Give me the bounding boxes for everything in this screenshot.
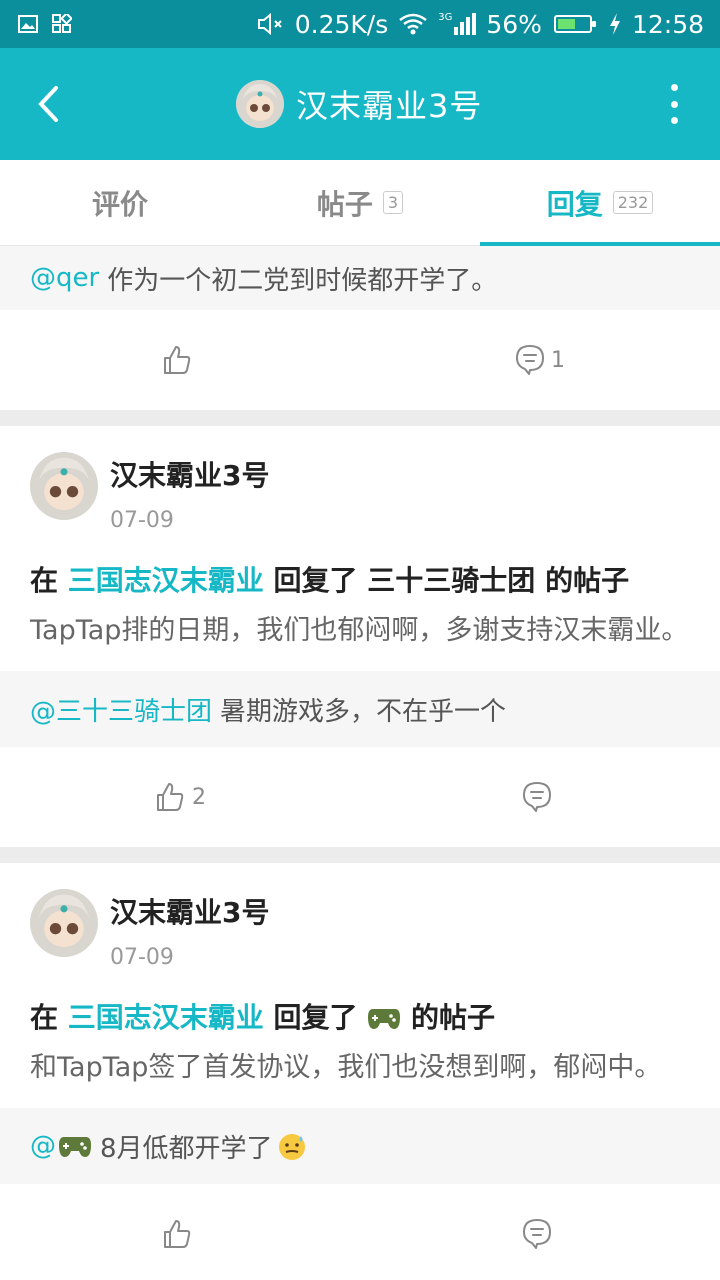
- comment-button[interactable]: 1: [360, 310, 720, 410]
- quoted-reply[interactable]: @ 8月低都开学了: [0, 1108, 720, 1184]
- mention-link[interactable]: @三十三骑士团: [30, 691, 212, 728]
- author-name[interactable]: 汉末霸业3号: [110, 454, 269, 494]
- activity-suffix: 的帖子: [545, 564, 630, 597]
- avatar: [236, 80, 284, 128]
- battery-percent: 56%: [486, 9, 542, 39]
- post-header: 汉末霸业3号 07-09: [30, 889, 690, 970]
- activity-line: 在 三国志汉末霸业 回复了 三十三骑士团 的帖子: [30, 559, 690, 599]
- clock: 12:58: [631, 9, 704, 39]
- dot-icon: [670, 117, 678, 124]
- wifi-icon: [399, 13, 428, 35]
- gamepad-icon[interactable]: [58, 1133, 92, 1159]
- battery-level: [557, 19, 575, 29]
- reply-body: 和TapTap签了首发协议，我们也没想到啊，郁闷中。: [30, 1052, 662, 1083]
- quoted-reply[interactable]: @qer 作为一个初二党到时候都开学了。: [0, 246, 720, 310]
- charging-icon: [609, 13, 620, 35]
- mention-link[interactable]: @: [30, 1131, 56, 1161]
- reply-card[interactable]: 汉末霸业3号 07-09 在 三国志汉末霸业 回复了 的帖子 和TapTap签了…: [0, 863, 720, 1108]
- back-button[interactable]: [24, 78, 72, 130]
- tab-posts[interactable]: 帖子 3: [240, 160, 480, 245]
- gamepad-icon[interactable]: [367, 1005, 401, 1031]
- activity-verb: 回复了: [273, 564, 358, 597]
- post-header: 汉末霸业3号 07-09: [30, 452, 690, 533]
- dot-icon: [670, 100, 678, 108]
- activity-prefix: 在: [30, 1001, 59, 1034]
- activity-verb: 回复了: [273, 1001, 358, 1034]
- dot-icon: [670, 84, 678, 91]
- signal-icon: 3G: [438, 12, 477, 35]
- author-name[interactable]: 汉末霸业3号: [110, 891, 269, 931]
- like-button[interactable]: [0, 310, 360, 410]
- activity-line: 在 三国志汉末霸业 回复了 的帖子: [30, 996, 690, 1036]
- comment-count: 1: [551, 347, 565, 373]
- title-group: 汉末霸业3号: [236, 78, 482, 130]
- avatar[interactable]: [30, 452, 98, 520]
- activity-suffix: 的帖子: [411, 1001, 496, 1034]
- like-button[interactable]: [0, 1184, 360, 1280]
- battery-icon: [553, 15, 596, 33]
- quote-text: 作为一个初二党到时候都开学了。: [107, 265, 498, 296]
- back-arrow-icon: [38, 86, 58, 122]
- app-bar: 汉末霸业3号: [0, 48, 720, 160]
- like-count: 2: [192, 784, 206, 810]
- thumbs-up-icon: [157, 783, 184, 811]
- activity-prefix: 在: [30, 564, 59, 597]
- mention-link[interactable]: @qer: [30, 263, 99, 293]
- comment-button[interactable]: [360, 747, 720, 847]
- quote-text: 8月低都开学了: [100, 1133, 273, 1164]
- comment-icon: [516, 345, 544, 375]
- tab-label: 回复: [546, 187, 603, 221]
- tab-bar: 评价 帖子 3 回复 232: [0, 160, 720, 246]
- sweat-emoji-icon: [278, 1134, 305, 1160]
- mute-icon: [257, 12, 282, 36]
- network-speed: 0.25K/s: [294, 9, 389, 39]
- tab-label: 评价: [91, 187, 148, 221]
- status-bar: 0.25K/s 3G 56% 12:58: [0, 0, 720, 48]
- post-date: 07-09: [110, 945, 174, 970]
- tab-count-badge: 232: [612, 191, 654, 214]
- post-date: 07-09: [110, 508, 174, 533]
- tab-label: 帖子: [316, 187, 373, 221]
- gallery-icon: [18, 15, 38, 33]
- divider: [0, 847, 720, 863]
- reply-feed: @qer 作为一个初二党到时候都开学了。 1 汉末霸业3号 07-09 在 三国…: [0, 246, 720, 1280]
- tab-reviews[interactable]: 评价: [0, 160, 240, 245]
- avatar[interactable]: [30, 889, 98, 957]
- action-bar: [0, 1184, 720, 1280]
- thumbs-up-icon: [164, 1220, 191, 1248]
- reply-card[interactable]: 汉末霸业3号 07-09 在 三国志汉末霸业 回复了 三十三骑士团 的帖子 Ta…: [0, 426, 720, 671]
- like-button[interactable]: 2: [0, 747, 360, 847]
- page-title: 汉末霸业3号: [296, 87, 483, 125]
- quoted-reply[interactable]: @三十三骑士团 暑期游戏多，不在乎一个: [0, 671, 720, 747]
- thumbs-up-icon: [164, 346, 191, 374]
- target-user-link[interactable]: 三十三骑士团: [367, 564, 535, 597]
- quote-text: 暑期游戏多，不在乎一个: [220, 696, 507, 727]
- reply-body: TapTap排的日期，我们也郁闷啊，多谢支持汉末霸业。: [30, 615, 689, 646]
- game-link[interactable]: 三国志汉末霸业: [68, 1001, 264, 1034]
- comment-icon: [523, 1219, 551, 1249]
- comment-button[interactable]: [360, 1184, 720, 1280]
- comment-icon: [523, 782, 551, 812]
- network-type: 3G: [438, 12, 453, 23]
- tab-count-badge: 3: [382, 191, 404, 214]
- tab-replies[interactable]: 回复 232: [480, 160, 720, 246]
- action-bar: 2: [0, 747, 720, 847]
- action-bar: 1: [0, 310, 720, 410]
- apps-icon: [52, 14, 72, 33]
- divider: [0, 410, 720, 426]
- more-options-button[interactable]: [664, 84, 684, 124]
- game-link[interactable]: 三国志汉末霸业: [68, 564, 264, 597]
